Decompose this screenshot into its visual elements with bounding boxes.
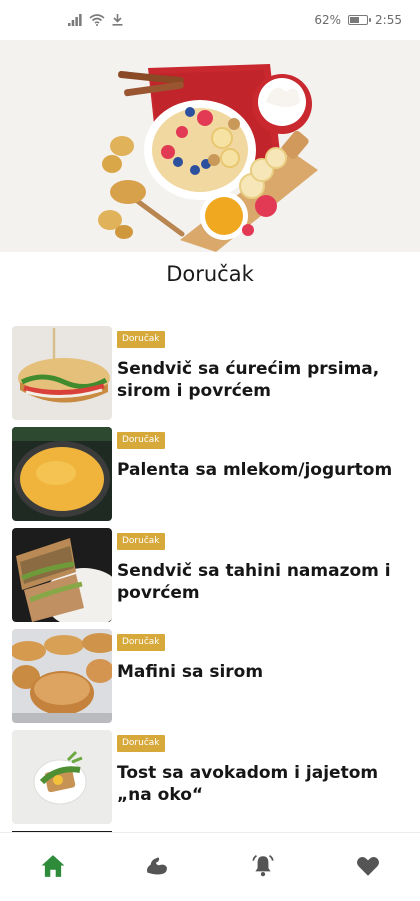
- status-icons-right: 62% 2:55: [314, 14, 402, 26]
- recipe-thumbnail-muffins[interactable]: [12, 629, 112, 723]
- battery-percent: 62%: [314, 13, 342, 27]
- nav-favorites[interactable]: [353, 851, 383, 881]
- recipe-thumbnail-tahini-sandwich[interactable]: [12, 528, 112, 622]
- bottom-nav: [0, 832, 420, 901]
- status-icons-left: [68, 14, 123, 26]
- status-bar: 62% 2:55: [0, 0, 420, 40]
- category-badge: Doručak: [117, 735, 165, 752]
- download-icon: [112, 14, 123, 26]
- recipe-thumbnail-avocado-toast[interactable]: [12, 730, 112, 824]
- recipe-thumbnail-polenta[interactable]: [12, 427, 112, 521]
- signal-icon: [68, 14, 82, 26]
- page-title: Doručak: [166, 262, 254, 286]
- bell-icon[interactable]: [250, 853, 276, 879]
- recipe-title[interactable]: Palenta sa mlekom/jogurtom: [117, 459, 407, 481]
- wifi-icon: [89, 14, 105, 26]
- category-badge: Doručak: [117, 634, 165, 651]
- recipe-title[interactable]: Mafini sa sirom: [117, 661, 407, 683]
- recipe-card[interactable]: Doručak Sendvič sa ćurećim prsima, sirom…: [12, 326, 408, 420]
- nav-reminders[interactable]: [248, 851, 278, 881]
- recipe-title[interactable]: Sendvič sa tahini namazom i povrćem: [117, 560, 407, 604]
- recipe-title[interactable]: Tost sa avokadom i jajetom „na oko“: [117, 762, 407, 806]
- category-badge: Doručak: [117, 533, 165, 550]
- home-icon[interactable]: [40, 853, 66, 879]
- recipe-card[interactable]: Doručak Palenta sa mlekom/jogurtom: [12, 427, 408, 521]
- hero-image: [0, 40, 420, 252]
- breakfast-illustration: [0, 40, 420, 252]
- nav-workout[interactable]: [142, 851, 172, 881]
- battery-fill: [350, 17, 360, 23]
- clock: 2:55: [375, 13, 402, 27]
- heart-icon[interactable]: [355, 853, 381, 879]
- battery-icon: [348, 15, 372, 25]
- recipe-title[interactable]: Sendvič sa ćurećim prsima, sirom i povrć…: [117, 358, 407, 402]
- category-badge: Doručak: [117, 432, 165, 449]
- muscle-icon[interactable]: [144, 853, 170, 879]
- nav-home[interactable]: [38, 851, 68, 881]
- recipe-card[interactable]: Doručak Tost sa avokadom i jajetom „na o…: [12, 730, 408, 824]
- category-badge: Doručak: [117, 331, 165, 348]
- recipe-card[interactable]: Doručak Sendvič sa tahini namazom i povr…: [12, 528, 408, 622]
- recipe-card[interactable]: Doručak Mafini sa sirom: [12, 629, 408, 723]
- recipe-thumbnail-sandwich[interactable]: [12, 326, 112, 420]
